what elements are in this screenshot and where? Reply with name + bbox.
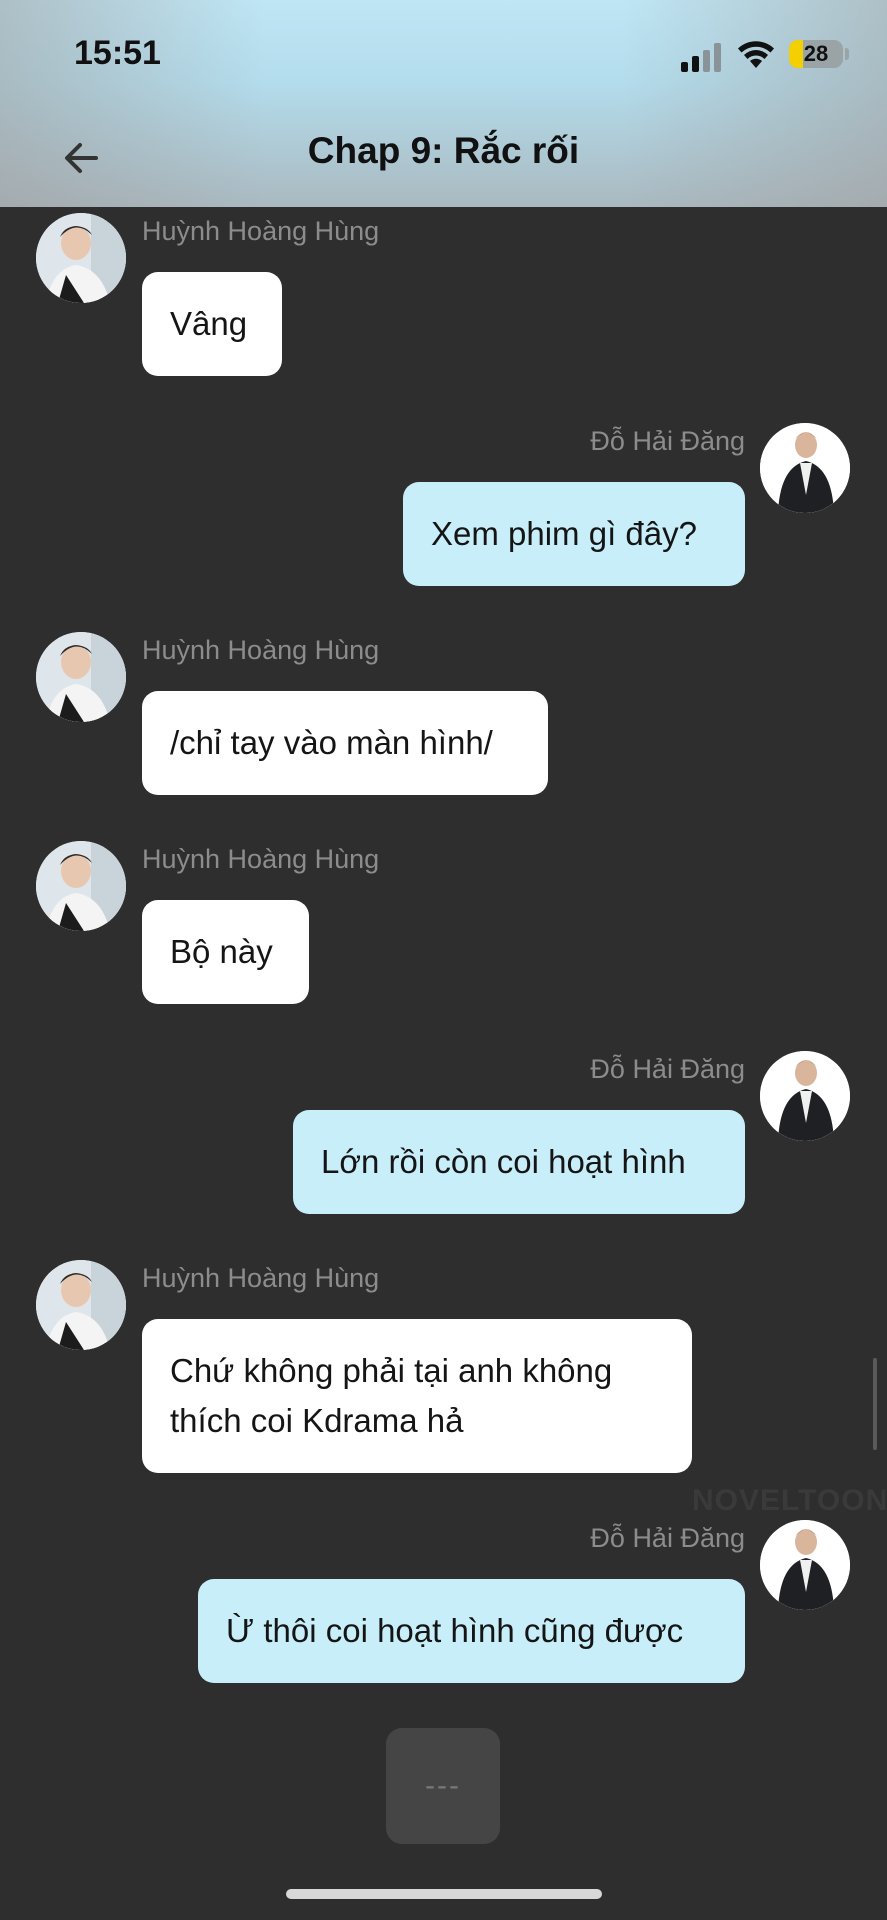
chapter-title: Chap 9: Rắc rối bbox=[307, 130, 580, 171]
avatar[interactable] bbox=[36, 632, 126, 722]
watermark: NOVELTOON bbox=[692, 1484, 887, 1517]
load-more-button[interactable]: --- bbox=[386, 1728, 500, 1844]
avatar[interactable] bbox=[36, 1260, 126, 1350]
message-bubble[interactable]: Xem phim gì đây? bbox=[403, 482, 745, 586]
message-line: thích coi Kdrama hả bbox=[170, 1402, 464, 1439]
wifi-icon bbox=[738, 41, 774, 68]
sender-name: Đỗ Hải Đăng bbox=[590, 1523, 745, 1553]
sender-name: Đỗ Hải Đăng bbox=[590, 1054, 745, 1084]
top-bar: 15:51 28 Chap 9: Rắc rối bbox=[0, 0, 887, 207]
message-bubble[interactable]: /chỉ tay vào màn hình/ bbox=[142, 691, 548, 795]
message-bubble[interactable]: Lớn rồi còn coi hoạt hình bbox=[293, 1110, 745, 1214]
home-indicator[interactable] bbox=[286, 1889, 602, 1899]
signal-icon bbox=[681, 42, 725, 72]
scrollbar[interactable] bbox=[873, 1358, 877, 1450]
message-bubble[interactable]: Ừ thôi coi hoạt hình cũng được bbox=[198, 1579, 745, 1683]
sender-name: Huỳnh Hoàng Hùng bbox=[142, 844, 380, 874]
sender-name: Huỳnh Hoàng Hùng bbox=[142, 216, 380, 246]
sender-name: Đỗ Hải Đăng bbox=[590, 426, 745, 456]
avatar[interactable] bbox=[760, 423, 850, 513]
avatar[interactable] bbox=[36, 841, 126, 931]
message-bubble[interactable]: Chứ không phải tại anh không thích coi K… bbox=[142, 1319, 692, 1473]
battery-icon: 28 bbox=[789, 40, 843, 68]
sender-name: Huỳnh Hoàng Hùng bbox=[142, 635, 380, 665]
status-icons: 28 bbox=[681, 36, 851, 76]
avatar[interactable] bbox=[36, 213, 126, 303]
message-line: Chứ không phải tại anh không bbox=[170, 1352, 613, 1389]
avatar[interactable] bbox=[760, 1520, 850, 1610]
message-bubble[interactable]: Bộ này bbox=[142, 900, 309, 1004]
status-time: 15:51 bbox=[74, 34, 161, 72]
sender-name: Huỳnh Hoàng Hùng bbox=[142, 1263, 380, 1293]
avatar[interactable] bbox=[760, 1051, 850, 1141]
message-bubble[interactable]: Vâng bbox=[142, 272, 282, 376]
battery-level: 28 bbox=[803, 41, 829, 66]
